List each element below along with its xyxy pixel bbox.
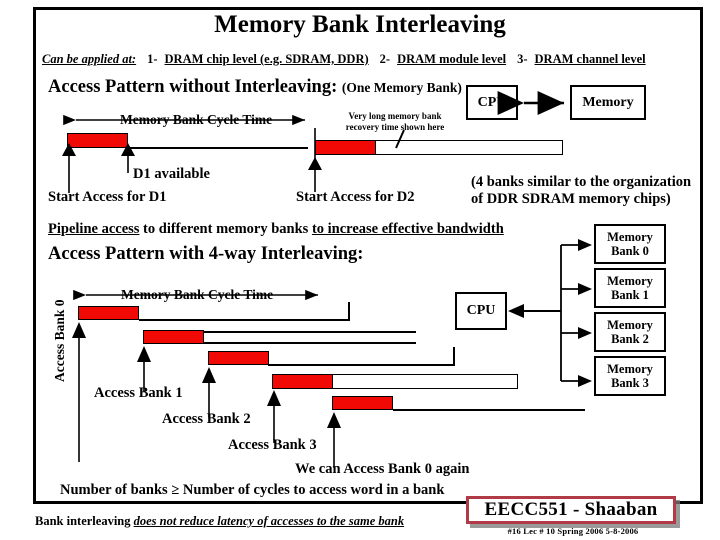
bank0again-access-bar	[332, 396, 393, 410]
section-one-heading: Access Pattern without Interleaving: (On…	[48, 78, 462, 97]
slide-canvas: Memory Bank Interleaving Can be applied …	[0, 0, 720, 540]
bank0-tail-tick	[348, 302, 350, 320]
access-bank-0-again-label: We can Access Bank 0 again	[295, 461, 470, 477]
memory-bank-1-box: Memory Bank 1	[594, 268, 666, 308]
cycle-time-label-top: Memory Bank Cycle Time	[120, 112, 273, 127]
bank0-tail-rule	[139, 319, 350, 321]
memory-box-top: Memory	[570, 85, 646, 120]
section-one-subheading: (One Memory Bank)	[341, 80, 462, 95]
applied-at-item-3: DRAM channel level	[534, 52, 646, 66]
bank1-access-bar	[143, 330, 204, 344]
cpu-box-bottom: CPU	[455, 292, 507, 330]
start-access-d2-label: Start Access for D2	[296, 189, 415, 205]
pipeline-sentence: Pipeline access to different memory bank…	[48, 222, 504, 237]
applied-at-lead: Can be applied at:	[42, 52, 137, 66]
pipeline-sentence-part1: Pipeline access	[48, 221, 140, 237]
access-bank-2-label: Access Bank 2	[162, 411, 251, 427]
bank1-tail-rule-bottom	[203, 342, 416, 344]
access-bank-3-label: Access Bank 3	[228, 437, 317, 453]
d1-available-label: D1 available	[133, 166, 210, 182]
access-bar-d2	[315, 140, 376, 155]
section-two-heading: Access Pattern with 4-way Interleaving:	[48, 244, 364, 264]
bank0-access-bar	[78, 306, 139, 320]
bottom-note-emphasis: does not reduce latency of accesses to t…	[133, 514, 405, 528]
bank2-access-bar	[208, 351, 269, 365]
applied-at-row: Can be applied at: 1- DRAM chip level (e…	[42, 50, 646, 66]
memory-bank-0-box: Memory Bank 0	[594, 224, 666, 264]
vertical-access-bank0-label: Access Bank 0	[52, 299, 67, 382]
access-bank-1-label: Access Bank 1	[94, 385, 183, 401]
pipeline-sentence-part3: to increase effective bandwidth	[311, 221, 504, 237]
course-badge-subtitle: #16 Lec # 10 Spring 2006 5-8-2006	[507, 526, 639, 536]
start-access-d1-label: Start Access for D1	[48, 189, 167, 205]
applied-at-item-1: DRAM chip level (e.g. SDRAM, DDR)	[164, 52, 369, 66]
course-badge: EECC551 - Shaaban	[466, 496, 676, 524]
page-title: Memory Bank Interleaving	[214, 11, 506, 38]
bank2-tail-tick	[453, 347, 455, 365]
applied-at-num-2: 2-	[379, 52, 391, 66]
bank3-access-bar	[272, 374, 333, 389]
rule-of-thumb: Number of banks ≥ Number of cycles to ac…	[60, 482, 445, 498]
memory-bank-3-box: Memory Bank 3	[594, 356, 666, 396]
ddr-note-line1: (4 banks similar to the organization	[471, 174, 692, 190]
access-bar-d1	[67, 133, 128, 148]
memory-bank-2-box: Memory Bank 2	[594, 312, 666, 352]
applied-at-num-3: 3-	[517, 52, 528, 66]
bank1-tail-rule-top	[203, 331, 416, 333]
bank0again-tail-rule	[393, 409, 585, 411]
pipeline-sentence-part2: to different memory banks	[139, 221, 312, 237]
bottom-note-prefix: Bank interleaving	[35, 514, 134, 528]
cycle-time-label-bottom: Memory Bank Cycle Time	[121, 287, 274, 302]
applied-at-item-2: DRAM module level	[397, 52, 507, 66]
section-one-heading-text: Access Pattern without Interleaving:	[48, 77, 338, 97]
bottom-note: Bank interleaving does not reduce latenc…	[35, 515, 404, 528]
recovery-note-line2: recovery time shown here	[345, 122, 445, 132]
cpu-box-top: CPU	[466, 85, 518, 120]
recovery-note-line1: Very long memory bank	[348, 111, 442, 121]
ddr-note-line2: of DDR SDRAM memory chips)	[471, 191, 671, 207]
applied-at-num-1: 1-	[147, 52, 158, 66]
timeline-baseline-1	[128, 147, 308, 149]
bank2-tail-rule	[268, 364, 455, 366]
